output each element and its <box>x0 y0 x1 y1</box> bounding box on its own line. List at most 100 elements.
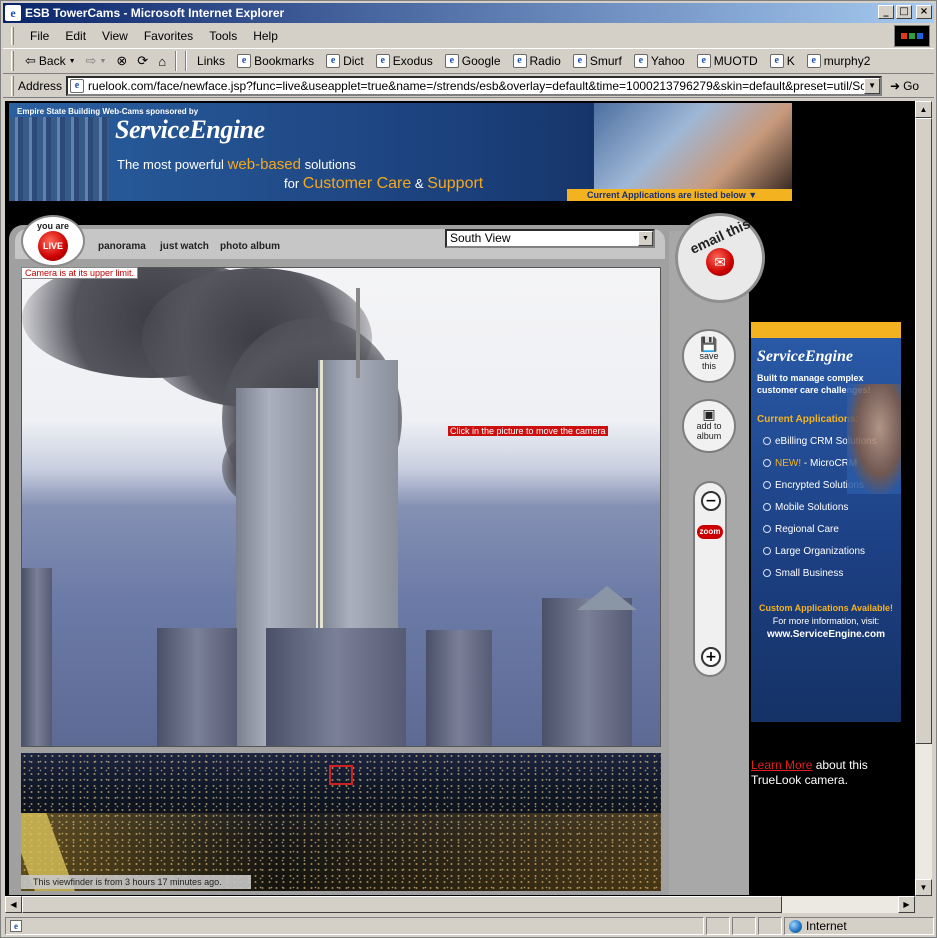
status-cell <box>706 917 730 935</box>
link-label: Smurf <box>589 54 622 68</box>
page-icon: e <box>696 54 711 68</box>
address-dropdown-icon[interactable]: ▼ <box>864 77 881 94</box>
view-select-value: South View <box>450 231 511 245</box>
menu-view[interactable]: View <box>94 29 136 43</box>
album-label-1: add to <box>696 421 722 431</box>
menu-edit[interactable]: Edit <box>57 29 94 43</box>
scroll-left-icon[interactable]: ◀ <box>5 896 22 913</box>
menu-favorites[interactable]: Favorites <box>136 29 201 43</box>
maximize-button[interactable]: □ <box>896 5 912 19</box>
ad-brand: ServiceEngine <box>757 348 853 365</box>
building <box>22 568 52 746</box>
scroll-up-icon[interactable]: ▲ <box>915 101 932 118</box>
forward-dropdown-icon[interactable]: ▼ <box>99 58 106 65</box>
add-to-album-button[interactable]: ▣ add to album <box>682 399 736 453</box>
zone-label: Internet <box>806 919 847 933</box>
scroll-right-icon[interactable]: ▶ <box>898 896 915 913</box>
ad-item-small-business[interactable]: Small Business <box>751 557 901 579</box>
tab-panorama[interactable]: panorama <box>98 241 146 252</box>
ie-icon: e <box>5 5 21 21</box>
menu-file[interactable]: File <box>22 29 57 43</box>
learn-more-link[interactable]: Learn More <box>751 758 812 772</box>
scroll-down-icon[interactable]: ▼ <box>915 879 932 896</box>
building <box>157 628 237 746</box>
tagline-highlight: web-based <box>227 156 301 173</box>
ad-custom-apps: Custom Applications Available! <box>758 603 894 613</box>
horizontal-scrollbar[interactable]: ◀ ▶ <box>5 896 915 913</box>
link-label: Radio <box>529 54 561 68</box>
menu-grip <box>11 27 14 45</box>
viewfinder-position-marker <box>329 765 353 785</box>
horizontal-scroll-thumb[interactable] <box>22 896 782 913</box>
zoom-slider[interactable]: − zoom + <box>693 481 727 677</box>
tab-photo-album[interactable]: photo album <box>220 241 280 252</box>
camera-status-message: Camera is at its upper limit. <box>21 267 139 279</box>
links-separator <box>185 51 188 71</box>
view-select[interactable]: South View ▼ <box>445 229 655 248</box>
zoom-handle[interactable]: zoom <box>697 525 723 539</box>
close-button[interactable]: × <box>916 5 932 19</box>
link-radio[interactable]: e Radio <box>507 54 567 68</box>
back-button[interactable]: ⇦ Back ▼ <box>20 50 81 72</box>
tagline2-support: Support <box>427 175 484 192</box>
link-dict[interactable]: e Dict <box>320 54 370 68</box>
title-bar[interactable]: e ESB TowerCams - Microsoft Internet Exp… <box>3 3 934 23</box>
banner-applications-strip[interactable]: Current Applications are listed below ▼ <box>567 189 792 201</box>
page-icon: e <box>633 54 648 68</box>
radio-bullet-icon <box>763 547 771 555</box>
stop-button[interactable]: ⊗ <box>111 50 132 72</box>
link-smurf[interactable]: e Smurf <box>567 54 628 68</box>
menu-help[interactable]: Help <box>245 29 286 43</box>
ad-item-label: Mobile Solutions <box>775 502 849 513</box>
ad-item-regional[interactable]: Regional Care <box>751 513 901 535</box>
live-badge[interactable]: you are LIVE <box>21 215 85 267</box>
forward-button[interactable]: ⇨ ▼ <box>81 50 112 72</box>
tab-just-watch[interactable]: just watch <box>160 241 209 252</box>
link-bookmarks[interactable]: e Bookmarks <box>231 54 320 68</box>
tagline2-amp: & <box>414 176 424 191</box>
minimize-button[interactable]: _ <box>878 5 894 19</box>
live-you-are: you are <box>36 221 69 231</box>
zoom-in-icon[interactable]: + <box>701 647 721 667</box>
vertical-scroll-thumb[interactable] <box>915 118 932 744</box>
menu-tools[interactable]: Tools <box>201 29 245 43</box>
home-button[interactable]: ⌂ <box>153 50 171 72</box>
envelope-icon: ✉ <box>706 248 734 276</box>
link-muotd[interactable]: e MUOTD <box>691 54 764 68</box>
serviceengine-banner[interactable]: Empire State Building Web-Cams sponsored… <box>9 103 792 201</box>
building <box>266 628 406 746</box>
ad-item-mobile[interactable]: Mobile Solutions <box>751 491 901 513</box>
ad-url[interactable]: www.ServiceEngine.com <box>751 626 901 640</box>
address-grip <box>11 75 14 96</box>
viewfinder-panorama[interactable] <box>21 753 661 891</box>
save-this-button[interactable]: 💾 save this <box>682 329 736 383</box>
live-camera-image[interactable] <box>21 267 661 747</box>
serviceengine-ad[interactable]: ServiceEngine Built to manage complex cu… <box>751 322 901 722</box>
ad-item-large-orgs[interactable]: Large Organizations <box>751 535 901 557</box>
radio-bullet-icon <box>763 437 771 445</box>
view-select-dropdown-icon[interactable]: ▼ <box>638 231 653 246</box>
link-k[interactable]: eK <box>764 54 801 68</box>
page-icon: e <box>70 78 85 93</box>
refresh-button[interactable]: ⟳ <box>132 50 153 72</box>
click-hint: Click in the picture to move the camera <box>448 426 608 436</box>
vertical-scrollbar[interactable]: ▲ ▼ <box>915 101 932 896</box>
stop-icon: ⊗ <box>116 53 128 68</box>
email-this-button[interactable]: email this ✉ <box>675 213 765 303</box>
zoom-out-icon[interactable]: − <box>701 491 721 511</box>
link-yahoo[interactable]: e Yahoo <box>628 54 691 68</box>
tagline-end: solutions <box>304 157 356 172</box>
page-content: Empire State Building Web-Cams sponsored… <box>5 101 915 896</box>
radio-bullet-icon <box>763 503 771 511</box>
back-dropdown-icon[interactable]: ▼ <box>69 58 76 65</box>
link-google[interactable]: e Google <box>439 54 507 68</box>
page-status-icon: e <box>10 920 22 932</box>
banner-tagline-2: for Customer Care & Support <box>284 175 483 193</box>
link-label: Yahoo <box>650 54 685 68</box>
address-input[interactable]: e ruelook.com/face/newface.jsp?func=live… <box>66 75 883 96</box>
link-murphy2[interactable]: e murphy2 <box>801 54 877 68</box>
ad-top-strip <box>751 322 901 338</box>
radio-bullet-icon <box>763 459 771 467</box>
go-button[interactable]: ➜ Go <box>890 79 919 93</box>
link-exodus[interactable]: e Exodus <box>370 54 439 68</box>
